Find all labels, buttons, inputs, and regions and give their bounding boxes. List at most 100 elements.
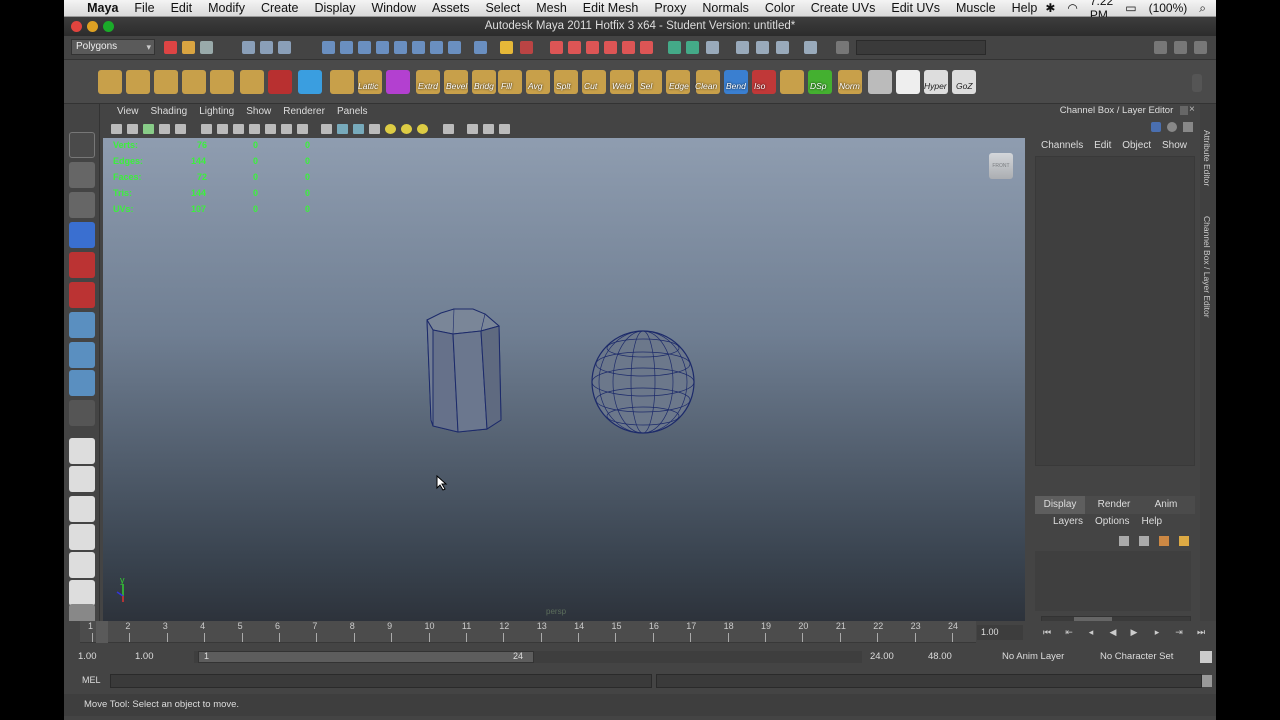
mask-deformations-icon[interactable] <box>394 41 407 54</box>
shelf-combine-icon[interactable] <box>386 70 410 94</box>
persp-outliner-layout-icon[interactable] <box>69 496 95 522</box>
cb-menu-object[interactable]: Object <box>1122 138 1151 154</box>
go-to-end-icon[interactable]: ⏭ <box>1195 627 1207 637</box>
shelf-poly-torus-icon[interactable] <box>210 70 234 94</box>
wireframe-icon[interactable] <box>321 124 332 134</box>
tab-render[interactable]: Render <box>1089 496 1139 514</box>
panel-menu-shading[interactable]: Shading <box>145 104 194 119</box>
safe-action-icon[interactable] <box>281 124 292 134</box>
menu-set-dropdown[interactable]: Polygons <box>71 39 155 55</box>
spotlight-icon[interactable]: ⌕ <box>1199 1 1206 16</box>
shelf-create-polygon-icon[interactable] <box>330 70 354 94</box>
safe-title-icon[interactable] <box>297 124 308 134</box>
image-plane-icon[interactable] <box>159 124 170 134</box>
show-attribute-editor-icon[interactable] <box>1154 41 1167 54</box>
shelf-poly-soccer-ball-icon[interactable] <box>298 70 322 94</box>
render-settings-icon[interactable] <box>736 41 749 54</box>
move-tool-icon[interactable] <box>69 222 95 248</box>
shelf-poly-helix-icon[interactable] <box>268 70 292 94</box>
close-window-button[interactable] <box>71 21 82 32</box>
shelf-poly-pipe-icon[interactable] <box>240 70 264 94</box>
select-by-component-icon[interactable] <box>278 41 291 54</box>
save-scene-icon[interactable] <box>200 41 213 54</box>
shelf-material-icon[interactable] <box>780 70 804 94</box>
rotate-tool-icon[interactable] <box>69 252 95 278</box>
mask-handles-icon[interactable] <box>322 41 335 54</box>
shelf-grid-icon[interactable] <box>868 70 892 94</box>
scale-tool-icon[interactable] <box>69 282 95 308</box>
make-live-icon[interactable] <box>622 41 635 54</box>
menu-modify[interactable]: Modify <box>200 1 253 15</box>
textured-icon[interactable] <box>369 124 380 134</box>
mask-dynamics-icon[interactable] <box>412 41 425 54</box>
universal-manipulator-icon[interactable] <box>69 312 95 338</box>
panel-menu-panels[interactable]: Panels <box>331 104 374 119</box>
show-manipulator-icon[interactable] <box>69 370 95 396</box>
snap-to-curves-icon[interactable] <box>568 41 581 54</box>
layer-list[interactable] <box>1035 551 1191 611</box>
persp-graph-layout-icon[interactable] <box>69 524 95 550</box>
resolution-gate-icon[interactable] <box>233 124 244 134</box>
menu-create[interactable]: Create <box>253 1 307 15</box>
panel-menu-view[interactable]: View <box>111 104 145 119</box>
playback-end-field[interactable]: 24.00 <box>870 650 894 664</box>
step-forward-key-icon[interactable]: ▸ <box>1151 627 1163 637</box>
minimize-window-button[interactable] <box>87 21 98 32</box>
soft-modification-icon[interactable] <box>69 342 95 368</box>
high-quality-icon[interactable] <box>483 124 494 134</box>
menu-proxy[interactable]: Proxy <box>646 1 694 15</box>
sidebar-toggle-icon[interactable] <box>804 41 817 54</box>
panel-menu-lighting[interactable]: Lighting <box>193 104 240 119</box>
select-by-hierarchy-icon[interactable] <box>242 41 255 54</box>
panel-menu-renderer[interactable]: Renderer <box>277 104 331 119</box>
move-layer-up-icon[interactable] <box>1119 536 1129 546</box>
menu-edit[interactable]: Edit <box>163 1 201 15</box>
render-current-frame-icon[interactable] <box>686 41 699 54</box>
select-tool-icon[interactable] <box>69 132 95 158</box>
mask-misc-icon[interactable] <box>448 41 461 54</box>
shelf-poly-cube-icon[interactable] <box>126 70 150 94</box>
camera-attributes-icon[interactable] <box>127 124 138 134</box>
isolate-select-icon[interactable] <box>467 124 478 134</box>
battery-icon[interactable]: ▭ <box>1125 1 1136 15</box>
create-empty-layer-icon[interactable] <box>1159 536 1169 546</box>
panel-menu-show[interactable]: Show <box>240 104 277 119</box>
tab-display[interactable]: Display <box>1035 496 1085 514</box>
mask-surfaces-icon[interactable] <box>376 41 389 54</box>
snap-to-grids-icon[interactable] <box>550 41 563 54</box>
input-mode-icon[interactable] <box>776 41 789 54</box>
animation-start-field[interactable]: 1.00 <box>78 650 97 664</box>
new-scene-icon[interactable] <box>164 41 177 54</box>
shelf-poly-cone-icon[interactable] <box>98 70 122 94</box>
shelf-checker-icon[interactable] <box>896 70 920 94</box>
shelf-poly-plane-icon[interactable] <box>182 70 206 94</box>
lock-selection-icon[interactable] <box>500 41 513 54</box>
shadows-icon[interactable] <box>417 124 428 134</box>
four-view-layout-icon[interactable] <box>69 466 95 492</box>
hypershade-layout-icon[interactable] <box>69 552 95 578</box>
wifi-icon[interactable]: ◠ <box>1067 1 1077 15</box>
poly-sphere[interactable] <box>591 330 695 434</box>
anim-layer-dropdown[interactable]: No Anim Layer <box>1002 650 1064 664</box>
smooth-shade-icon[interactable] <box>337 124 348 134</box>
snap-to-view-planes-icon[interactable] <box>604 41 617 54</box>
select-by-object-icon[interactable] <box>260 41 273 54</box>
zoom-window-button[interactable] <box>103 21 114 32</box>
layer-menu-layers[interactable]: Layers <box>1053 514 1083 530</box>
side-tab-attribute-editor[interactable]: Attribute Editor <box>1202 130 1212 186</box>
field-chart-icon[interactable] <box>265 124 276 134</box>
menu-mesh[interactable]: Mesh <box>528 1 575 15</box>
quick-selection-field[interactable] <box>856 40 986 55</box>
menu-edit-uvs[interactable]: Edit UVs <box>883 1 948 15</box>
channel-list[interactable] <box>1035 156 1195 466</box>
menu-display[interactable]: Display <box>306 1 363 15</box>
panel-float-icon[interactable] <box>1180 106 1188 115</box>
persp-uv-layout-icon[interactable] <box>69 580 95 606</box>
animation-end-field[interactable]: 48.00 <box>928 650 952 664</box>
poly-cylinder[interactable] <box>426 308 502 433</box>
open-scene-icon[interactable] <box>182 41 195 54</box>
playback-start-field[interactable]: 1.00 <box>135 650 154 664</box>
shelf-poly-cylinder-icon[interactable] <box>154 70 178 94</box>
step-back-frame-icon[interactable]: ⇤ <box>1063 627 1075 637</box>
range-slider-bar[interactable]: 1 24 <box>198 651 534 663</box>
